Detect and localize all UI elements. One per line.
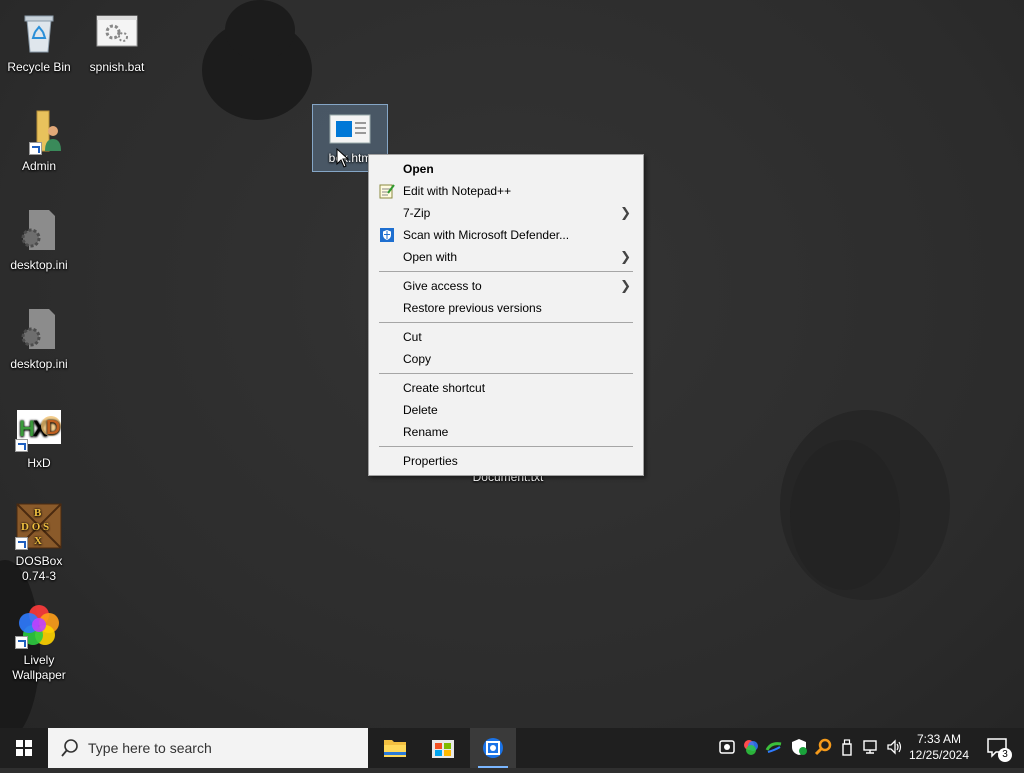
menu-item-label: Cut [403, 330, 422, 344]
mouse-pointer-icon [336, 147, 350, 173]
desktop-icon-desktop-ini[interactable]: desktop.ini [0, 206, 78, 273]
network-icon[interactable] [862, 738, 880, 756]
desktop-icon-label: HxD [27, 456, 51, 470]
desktop-icon-label: DOSBox 0.74-3 [15, 554, 63, 583]
desktop-icon-admin[interactable]: Admin [0, 107, 78, 174]
tray-color-app-icon[interactable] [742, 738, 760, 756]
taskbar-search-box[interactable]: Type here to search [48, 728, 368, 768]
wallpaper-shape [790, 440, 900, 590]
shortcut-arrow-icon [15, 636, 28, 649]
shortcut-arrow-icon [15, 537, 28, 550]
svg-text:D O S: D O S [21, 521, 49, 533]
menu-item-label: Scan with Microsoft Defender... [403, 228, 570, 242]
svg-text:X: X [34, 535, 42, 547]
desktop-icon-label: Lively Wallpaper [12, 653, 66, 682]
menu-item-label: Restore previous versions [403, 301, 542, 315]
chevron-right-icon: ❯ [620, 249, 631, 264]
desktop-icon-recycle-bin[interactable]: Recycle Bin [0, 8, 78, 75]
menu-item-label: Edit with Notepad++ [403, 184, 512, 198]
menu-item-label: Open [403, 162, 434, 176]
windows-logo-icon [16, 740, 32, 756]
desktop-icon-label: Recycle Bin [7, 60, 71, 74]
usb-device-icon[interactable] [838, 738, 856, 756]
menu-item-rename[interactable]: Rename [371, 421, 641, 443]
notification-center-button[interactable]: 3 [980, 728, 1020, 768]
desktop-icon-label: desktop.ini [10, 258, 68, 272]
desktop-icon-spnish-bat[interactable]: spnish.bat [78, 8, 156, 75]
menu-separator [379, 271, 633, 272]
svg-text:D: D [46, 417, 60, 439]
menu-separator [379, 446, 633, 447]
desktop-icon-lively-wallpaper[interactable]: Lively Wallpaper [0, 601, 78, 683]
desktop-icon-dosbox[interactable]: B D O S X DOSBox 0.74-3 [0, 502, 78, 584]
desktop-icon-label: desktop.ini [10, 357, 68, 371]
menu-item-label: Open with [403, 250, 458, 264]
volume-icon[interactable] [886, 738, 904, 756]
menu-item-give-access-to[interactable]: Give access to ❯ [371, 275, 641, 297]
lively-wallpaper-icon [15, 601, 63, 649]
menu-item-open-with[interactable]: Open with ❯ [371, 246, 641, 268]
shortcut-arrow-icon [29, 142, 42, 155]
menu-item-restore-previous-versions[interactable]: Restore previous versions [371, 297, 641, 319]
menu-item-scan-with-defender[interactable]: Scan with Microsoft Defender... [371, 224, 641, 246]
settings-file-icon [15, 206, 63, 254]
shortcut-arrow-icon [15, 439, 28, 452]
svg-text:B: B [34, 507, 42, 519]
recycle-bin-icon [15, 8, 63, 56]
menu-item-properties[interactable]: Properties [371, 450, 641, 472]
desktop-icon-label: Admin [21, 159, 56, 173]
search-icon [60, 738, 80, 763]
menu-item-edit-with-notepad-plus-plus[interactable]: Edit with Notepad++ [371, 180, 641, 202]
menu-item-label: Create shortcut [403, 381, 486, 395]
desktop-icon-desktop-ini[interactable]: desktop.ini [0, 305, 78, 372]
html-file-icon [326, 111, 374, 147]
file-explorer-icon [384, 740, 406, 757]
taskbar-active-app[interactable] [470, 728, 516, 768]
menu-item-delete[interactable]: Delete [371, 399, 641, 421]
menu-item-label: Delete [403, 403, 438, 417]
system-clock[interactable]: 7:33 AM 12/25/2024 [904, 731, 974, 763]
notification-icon [987, 738, 1007, 758]
desktop-icon-hxd[interactable]: H X D HxD [0, 404, 78, 471]
menu-item-label: Give access to [403, 279, 482, 293]
wallpaper-shape [225, 0, 295, 60]
menu-separator [379, 322, 633, 323]
settings-file-icon [15, 305, 63, 353]
tray-security-shield-icon[interactable] [790, 738, 808, 756]
menu-item-create-shortcut[interactable]: Create shortcut [371, 377, 641, 399]
menu-item-label: Rename [403, 425, 449, 439]
start-button[interactable] [0, 728, 48, 768]
desktop-icon-label: spnish.bat [89, 60, 145, 74]
menu-item-copy[interactable]: Copy [371, 348, 641, 370]
menu-item-open[interactable]: Open [371, 158, 641, 180]
notepad-plus-plus-icon [379, 183, 395, 199]
clock-time: 7:33 AM [916, 732, 962, 746]
tray-app-icon[interactable] [718, 738, 736, 756]
chevron-right-icon: ❯ [620, 205, 631, 220]
active-app-icon [483, 738, 503, 758]
taskbar-file-explorer[interactable] [372, 728, 418, 768]
menu-item-label: Properties [403, 454, 458, 468]
notification-count-badge: 3 [998, 748, 1012, 762]
dosbox-icon: B D O S X [15, 502, 63, 550]
hxd-icon: H X D [15, 404, 63, 452]
search-placeholder: Type here to search [88, 740, 212, 756]
microsoft-store-icon [432, 740, 454, 758]
batch-file-icon [93, 8, 141, 56]
taskbar-microsoft-store[interactable] [420, 728, 466, 768]
menu-item-label: Copy [403, 352, 432, 366]
clock-date: 12/25/2024 [908, 748, 970, 762]
tray-search-app-icon[interactable] [814, 738, 832, 756]
context-menu: Open Edit with Notepad++ 7-Zip ❯ Scan wi… [368, 154, 644, 476]
menu-item-label: 7-Zip [403, 206, 431, 220]
menu-separator [379, 373, 633, 374]
menu-item-7-zip[interactable]: 7-Zip ❯ [371, 202, 641, 224]
tray-sync-icon[interactable] [765, 738, 783, 756]
user-folder-icon [15, 107, 63, 155]
chevron-right-icon: ❯ [620, 278, 631, 293]
defender-shield-icon [379, 227, 395, 243]
taskbar: Type here to search 7:33 AM 12/25/2024 3 [0, 728, 1024, 768]
menu-item-cut[interactable]: Cut [371, 326, 641, 348]
